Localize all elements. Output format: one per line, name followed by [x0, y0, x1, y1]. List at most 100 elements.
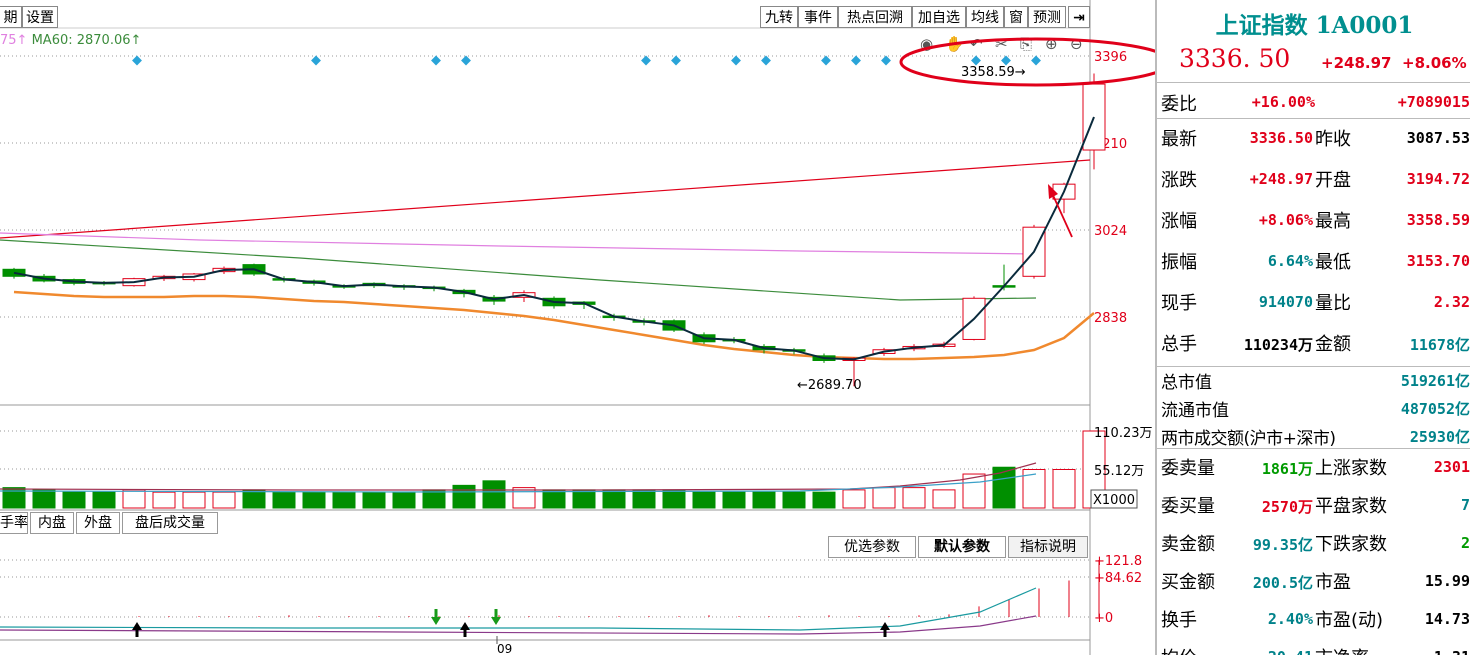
- jiuzhuan-button[interactable]: 九转: [760, 6, 798, 28]
- quote-label: 市净率: [1315, 644, 1369, 655]
- volume-ma-line: [0, 462, 1037, 491]
- volume-bar: [62, 491, 86, 509]
- arrow-down-icon: [434, 609, 438, 618]
- price-tick-label: 3396: [1094, 50, 1127, 65]
- volume-tick-label: 55.12万: [1094, 464, 1144, 479]
- add-watchlist-button[interactable]: 加自选: [912, 6, 966, 28]
- volume-bar: [92, 491, 116, 509]
- volume-bar: [122, 489, 146, 509]
- quote-value: 3358.59: [1406, 211, 1470, 229]
- moving-average-button[interactable]: 均线: [966, 6, 1004, 28]
- settings-button[interactable]: 设置: [22, 6, 58, 28]
- weibi-diff: +7089015: [1397, 93, 1470, 111]
- ma60-line: [0, 239, 1037, 301]
- event-marker-icon: [761, 55, 771, 66]
- event-marker-icon: [671, 55, 681, 66]
- volume-scale-label: X1000: [1093, 493, 1135, 508]
- volume-bar: [902, 487, 926, 509]
- volume-bar: [782, 491, 806, 509]
- volume-bar: [482, 480, 506, 509]
- divider: [1157, 366, 1470, 367]
- event-marker-icon: [431, 55, 441, 66]
- zoom-out-icon[interactable]: ⊖: [1070, 35, 1083, 53]
- event-marker-icon: [881, 55, 891, 66]
- arrow-up-icon: [135, 629, 139, 637]
- volume-bar: [692, 491, 716, 509]
- quote-value: 2.32: [1433, 293, 1470, 311]
- quote-value: 1861万: [1261, 460, 1313, 478]
- volume-bar: [452, 484, 476, 509]
- indicator-help-button[interactable]: 指标说明: [1008, 536, 1088, 558]
- optimal-params-button[interactable]: 优选参数: [828, 536, 916, 558]
- quote-value: 1.31: [1377, 648, 1470, 655]
- quote-value: 20.41: [1221, 648, 1313, 655]
- collapse-right-icon[interactable]: ⇥: [1068, 6, 1090, 28]
- tab-outer-volume[interactable]: 外盘: [76, 512, 120, 534]
- quote-value: 3336.50: [1249, 129, 1313, 147]
- quote-label: 卖金额: [1161, 534, 1215, 555]
- event-marker-icon: [821, 55, 831, 66]
- quote-value: 110234万: [1243, 336, 1313, 354]
- quote-label: 涨跌: [1161, 170, 1197, 191]
- event-button[interactable]: 事件: [798, 6, 838, 28]
- event-marker-icon: [851, 55, 861, 66]
- volume-bar: [32, 489, 56, 509]
- quote-value: +8.06%: [1258, 211, 1313, 229]
- arrow-up-icon: [463, 629, 467, 637]
- hotspot-review-button[interactable]: 热点回溯: [838, 6, 912, 28]
- volume-bar: [662, 489, 686, 509]
- arrow-up-icon: [132, 622, 142, 630]
- price-tick-label: 2838: [1094, 311, 1127, 326]
- quote-panel: 上证指数 1A0001 3336. 50 +248.97 +8.06% 委比 +…: [1155, 0, 1470, 655]
- volume-bar: [272, 491, 296, 509]
- volume-bar: [722, 491, 746, 509]
- volume-bar: [302, 491, 326, 509]
- quote-value: 3194.72: [1406, 170, 1470, 188]
- ma20-line: [0, 232, 1037, 255]
- event-marker-icon: [461, 55, 471, 66]
- volume-bar: [392, 491, 416, 509]
- weibi-pct: +16.00%: [1251, 93, 1315, 111]
- indicator-line: [0, 587, 1037, 631]
- period-button[interactable]: 期: [0, 6, 22, 28]
- quote-change-pct: +8.06%: [1402, 54, 1467, 72]
- divider: [1157, 448, 1470, 449]
- forecast-button[interactable]: 预测: [1028, 6, 1066, 28]
- event-marker-icon: [731, 55, 741, 66]
- undo-icon[interactable]: ↶: [970, 35, 983, 53]
- quote-label: 最高: [1315, 211, 1351, 232]
- quote-change: +248.97: [1321, 54, 1392, 72]
- quote-label: 开盘: [1315, 170, 1351, 191]
- arrow-down-icon: [431, 617, 441, 625]
- quote-value: 3087.53: [1406, 129, 1470, 147]
- weibi-label: 委比: [1161, 94, 1197, 115]
- arrow-up-icon: [883, 629, 887, 637]
- quote-value: +248.97: [1249, 170, 1313, 188]
- ma-legend: 75↑ MA60: 2870.06↑: [0, 33, 141, 48]
- default-params-button[interactable]: 默认参数: [918, 536, 1006, 558]
- low-annotation: ←2689.70: [797, 378, 862, 393]
- quote-label: 总手: [1161, 334, 1197, 355]
- quote-title: 上证指数 1A0001: [1215, 12, 1414, 39]
- tab-after-hours-volume[interactable]: 盘后成交量: [122, 512, 218, 534]
- quote-price: 3336. 50: [1179, 44, 1291, 73]
- volume-bar: [1052, 469, 1076, 509]
- volume-bar: [422, 489, 446, 509]
- arrow-down-icon: [494, 609, 498, 618]
- tab-inner-volume[interactable]: 内盘: [30, 512, 74, 534]
- volume-bar: [182, 491, 206, 509]
- price-tick-label: 3024: [1094, 224, 1127, 239]
- volume-bar: [632, 489, 656, 509]
- tab-turnover-rate[interactable]: 手率: [0, 512, 28, 534]
- quote-label: 委卖量: [1161, 458, 1215, 479]
- arrow-up-icon: [460, 622, 470, 630]
- kline-chart-pane[interactable]: 3396 3210 3024 2838 ◉ ✋ ↶ ✂ ⎘ ⊕ ⊖ 3358.59→ ←2689.70 1…: [0, 0, 1155, 655]
- volume-bar: [332, 491, 356, 509]
- divider: [1157, 118, 1470, 119]
- quote-value: 7: [1460, 496, 1470, 514]
- quote-label: 均价: [1161, 644, 1197, 655]
- window-button[interactable]: 窗: [1004, 6, 1028, 28]
- quote-value: 2570万: [1261, 498, 1313, 516]
- scissors-icon[interactable]: ✂: [995, 35, 1008, 53]
- volume-bar: [242, 489, 266, 509]
